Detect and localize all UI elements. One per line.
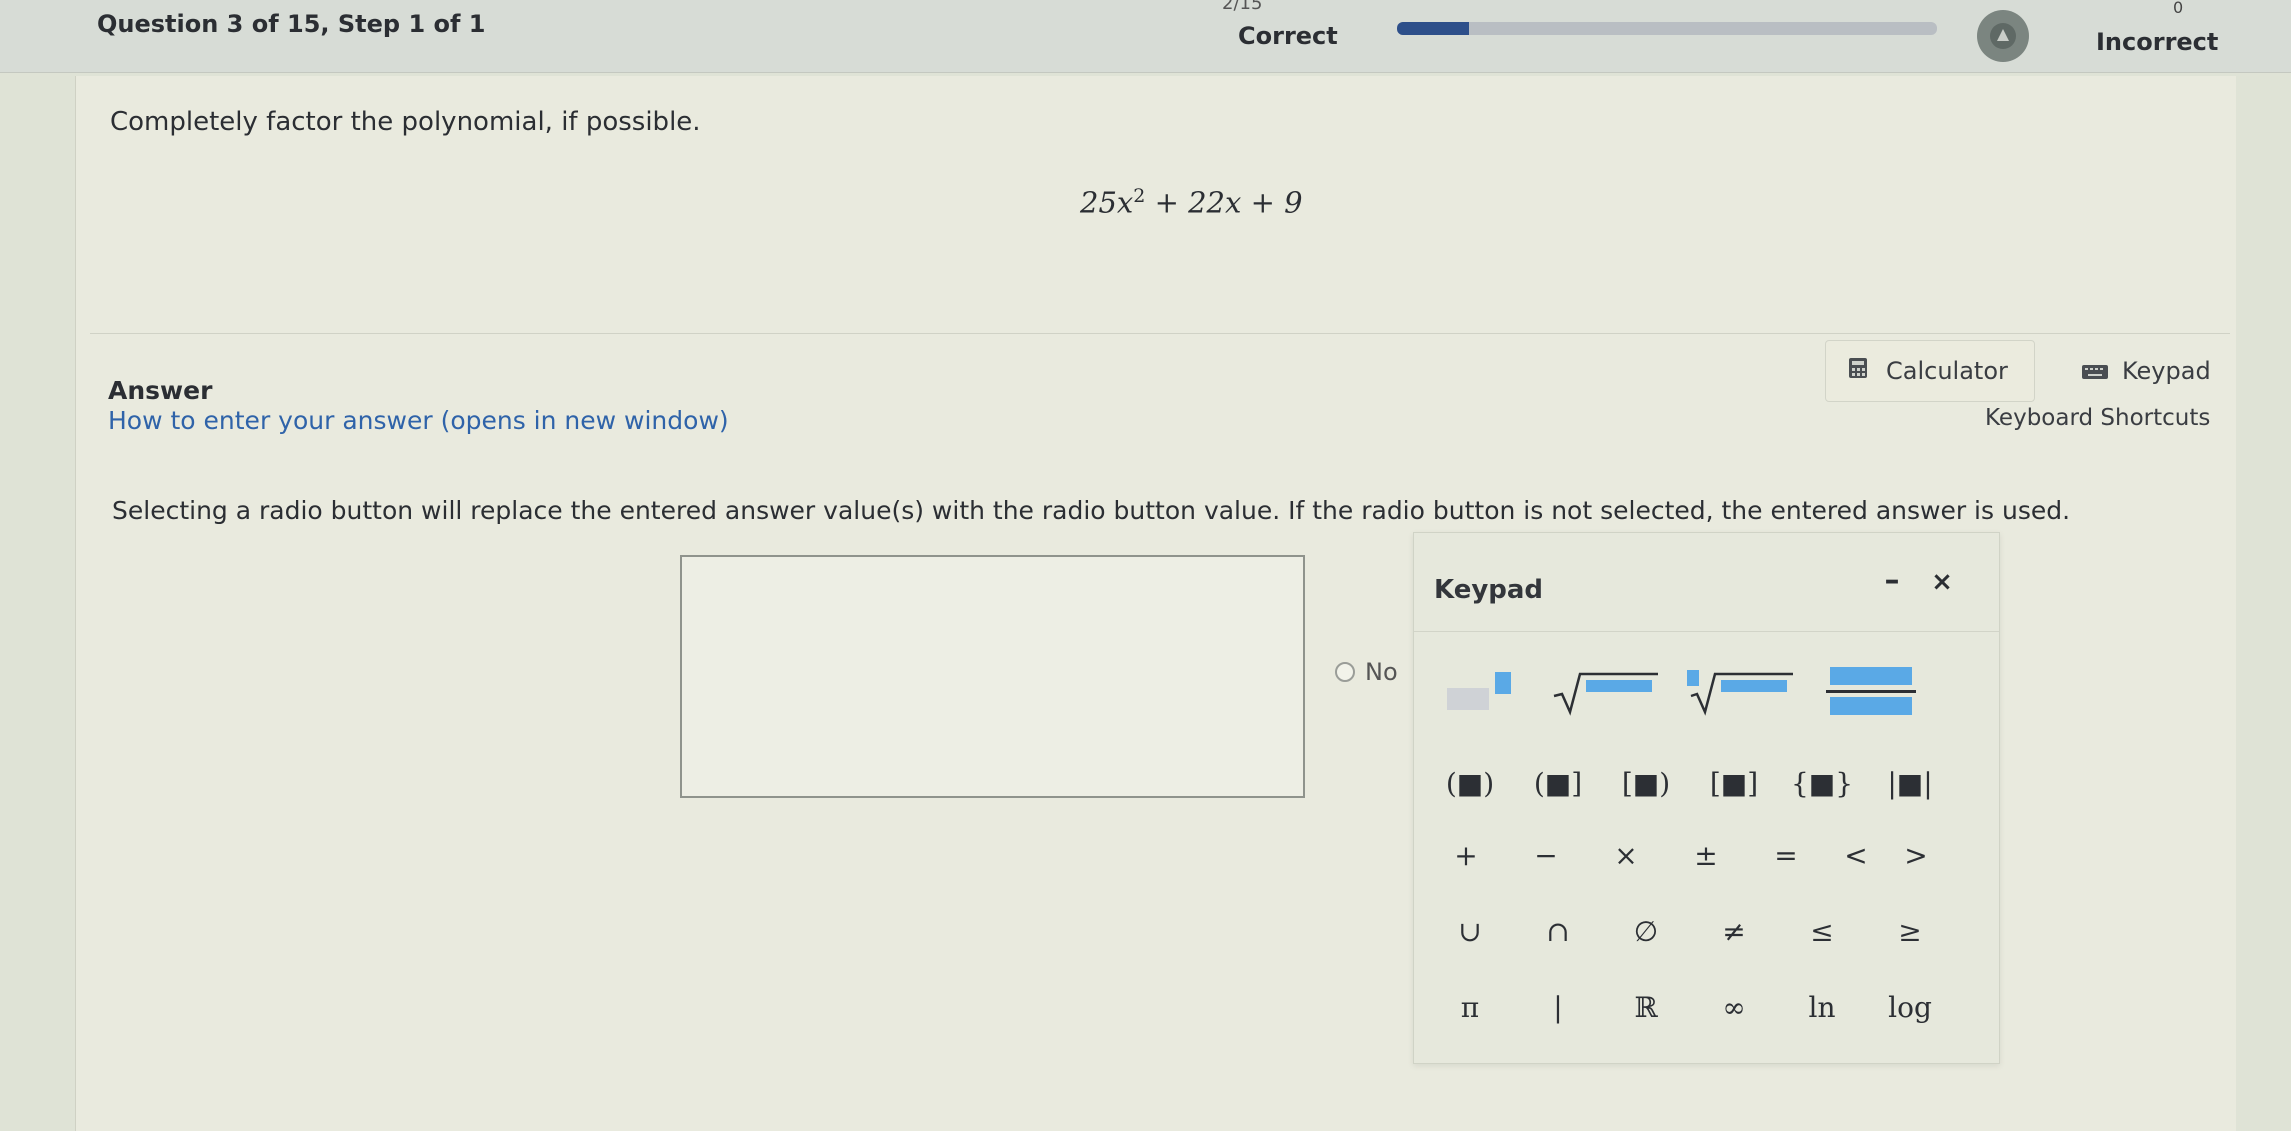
parentheses-key-label: (■): [1445, 766, 1495, 800]
calculator-button[interactable]: Calculator: [1825, 340, 2035, 402]
nth-root-key[interactable]: [1676, 661, 1806, 721]
keyboard-icon: [2082, 357, 2108, 385]
expression-leading-term: 25x: [1080, 185, 1134, 220]
plus-minus-key-label: ±: [1694, 838, 1718, 872]
log-key-label: log: [1888, 990, 1932, 1024]
infinity-key-label: ∞: [1722, 990, 1746, 1024]
less-than-key[interactable]: <: [1826, 825, 1886, 885]
keypad-bracket-row: (■) (■] [■) [■] {■} |■|: [1426, 753, 1954, 813]
such-that-key-label: |: [1553, 990, 1563, 1024]
greater-than-key-label: >: [1904, 838, 1928, 872]
intersection-key[interactable]: ∩: [1514, 901, 1602, 961]
less-equal-key-label: ≤: [1810, 914, 1834, 948]
greater-equal-key[interactable]: ≥: [1866, 901, 1954, 961]
pi-key-label: π: [1460, 990, 1480, 1024]
keypad-operator-row: + − × ± = < >: [1426, 825, 1946, 885]
keypad-close-button[interactable]: ×: [1924, 567, 1960, 603]
parentheses-key[interactable]: (■): [1426, 753, 1514, 813]
answer-input-box[interactable]: [680, 555, 1305, 798]
progress-bar: [1397, 22, 1937, 35]
greater-equal-key-label: ≥: [1898, 914, 1922, 948]
left-bracket-right-paren-key-label: [■): [1621, 766, 1671, 800]
log-key[interactable]: log: [1866, 977, 1954, 1037]
times-key-label: ×: [1614, 838, 1638, 872]
brackets-key-label: [■]: [1709, 766, 1759, 800]
exponent-key[interactable]: [1426, 661, 1536, 721]
union-key[interactable]: ∪: [1426, 901, 1514, 961]
progress-count: 2/15: [1222, 0, 1263, 14]
radio-button[interactable]: [1335, 662, 1355, 682]
keypad-toggle-button[interactable]: Keypad: [2060, 340, 2230, 402]
calculator-button-label: Calculator: [1886, 357, 2008, 385]
minus-key-label: −: [1534, 838, 1558, 872]
correct-label: Correct: [1238, 22, 1338, 50]
minus-key[interactable]: −: [1506, 825, 1586, 885]
left-bracket-right-paren-key[interactable]: [■): [1602, 753, 1690, 813]
square-root-key[interactable]: [1536, 661, 1676, 721]
keypad-button-label: Keypad: [2122, 357, 2211, 385]
rank-badge-icon: [1977, 10, 2029, 62]
empty-set-key-label: ∅: [1633, 914, 1659, 948]
keypad-divider: [1414, 631, 1999, 632]
real-numbers-key-label: ℝ: [1634, 990, 1658, 1024]
incorrect-count: 0: [2173, 0, 2184, 17]
absolute-value-key-label: |■|: [1887, 766, 1933, 800]
left-paren-right-bracket-key-label: (■]: [1533, 766, 1583, 800]
radio-option-no[interactable]: No: [1335, 658, 1398, 686]
plus-key-label: +: [1454, 838, 1478, 872]
radio-option-label: No: [1365, 658, 1398, 686]
expression-remaining-terms: + 22x + 9: [1145, 185, 1303, 220]
progress-fill: [1397, 22, 1469, 35]
polynomial-expression: 25x2 + 22x + 9: [1080, 185, 1303, 220]
keypad-minimize-button[interactable]: –: [1874, 563, 1910, 599]
braces-key-label: {■}: [1790, 766, 1854, 800]
question-step-label: Question 3 of 15, Step 1 of 1: [97, 10, 486, 38]
not-equal-key[interactable]: ≠: [1690, 901, 1778, 961]
braces-key[interactable]: {■}: [1778, 753, 1866, 813]
empty-set-key[interactable]: ∅: [1602, 901, 1690, 961]
keypad-set-row: ∪ ∩ ∅ ≠ ≤ ≥: [1426, 901, 1954, 961]
section-divider: [90, 333, 2230, 334]
expression-exponent: 2: [1133, 185, 1146, 207]
fraction-key[interactable]: [1806, 661, 1936, 721]
absolute-value-key[interactable]: |■|: [1866, 753, 1954, 813]
keypad-template-row: [1426, 661, 1936, 721]
radio-instruction-text: Selecting a radio button will replace th…: [112, 496, 2071, 525]
left-paren-right-bracket-key[interactable]: (■]: [1514, 753, 1602, 813]
keypad-constant-row: π | ℝ ∞ ln log: [1426, 977, 1954, 1037]
greater-than-key[interactable]: >: [1886, 825, 1946, 885]
plus-key[interactable]: +: [1426, 825, 1506, 885]
infinity-key[interactable]: ∞: [1690, 977, 1778, 1037]
pi-key[interactable]: π: [1426, 977, 1514, 1037]
ln-key[interactable]: ln: [1778, 977, 1866, 1037]
less-than-key-label: <: [1844, 838, 1868, 872]
keyboard-shortcuts-link[interactable]: Keyboard Shortcuts: [1985, 405, 2210, 431]
brackets-key[interactable]: [■]: [1690, 753, 1778, 813]
real-numbers-key[interactable]: ℝ: [1602, 977, 1690, 1037]
such-that-key[interactable]: |: [1514, 977, 1602, 1037]
not-equal-key-label: ≠: [1722, 914, 1746, 948]
question-header: Question 3 of 15, Step 1 of 1 2/15 Corre…: [0, 0, 2291, 73]
equals-key[interactable]: =: [1746, 825, 1826, 885]
intersection-key-label: ∩: [1546, 914, 1570, 948]
incorrect-label: Incorrect: [2096, 28, 2219, 56]
less-equal-key[interactable]: ≤: [1778, 901, 1866, 961]
equals-key-label: =: [1774, 838, 1798, 872]
calculator-icon: [1848, 357, 1868, 385]
keypad-panel: Keypad – × (■) (■] [■) [■] {■} |■| + − ×…: [1413, 532, 2000, 1064]
keypad-title: Keypad: [1434, 575, 1544, 605]
plus-minus-key[interactable]: ±: [1666, 825, 1746, 885]
times-key[interactable]: ×: [1586, 825, 1666, 885]
ln-key-label: ln: [1808, 990, 1836, 1024]
how-to-enter-answer-link[interactable]: How to enter your answer (opens in new w…: [108, 406, 729, 435]
answer-heading: Answer: [108, 376, 213, 405]
question-prompt: Completely factor the polynomial, if pos…: [110, 107, 701, 137]
union-key-label: ∪: [1458, 914, 1482, 948]
